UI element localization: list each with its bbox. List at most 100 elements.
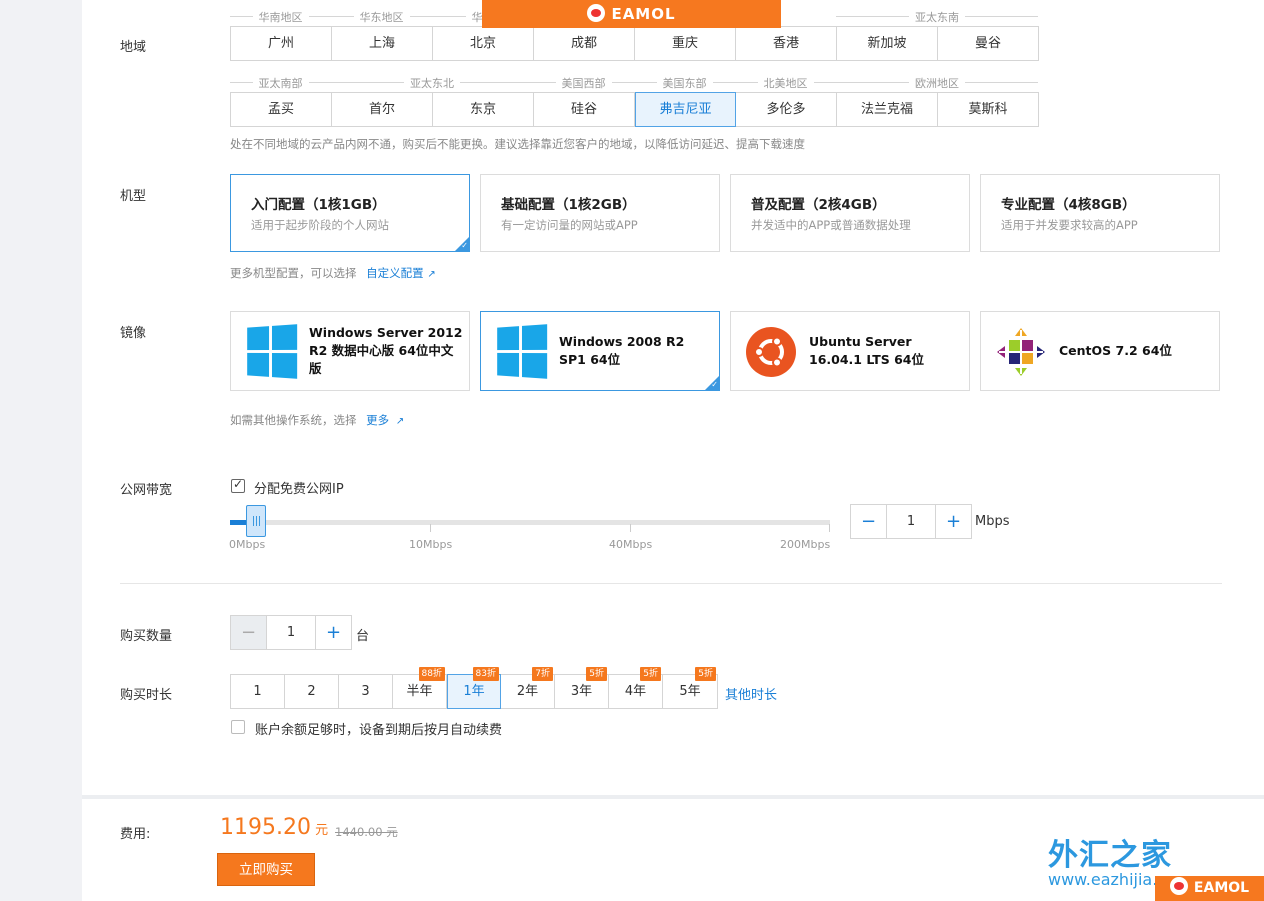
duration-label: 购买时长 — [120, 688, 173, 703]
bandwidth-value-input[interactable]: 1 — [886, 505, 936, 538]
image-name: Windows Server 2012 R2 数据中心版 64位中文版 — [309, 325, 463, 376]
region-option[interactable]: 重庆 — [635, 27, 736, 60]
region-option[interactable]: 多伦多 — [736, 93, 837, 126]
eamol-logo-icon — [587, 4, 606, 22]
region-option[interactable]: 广州 — [231, 27, 332, 60]
duration-option[interactable]: 2年 7折 — [501, 667, 555, 708]
bandwidth-minus-button[interactable]: − — [851, 505, 886, 538]
region-option[interactable]: 首尔 — [332, 93, 433, 126]
image-more-text: 如需其他操作系统，选择 — [230, 413, 357, 427]
other-duration-link[interactable]: 其他时长 — [725, 684, 777, 703]
region-option[interactable]: 法兰克福 — [837, 93, 938, 126]
slider-tick-label: 200Mbps — [780, 538, 831, 551]
image-label: 镜像 — [120, 326, 147, 341]
external-link-icon: ↗ — [427, 269, 436, 280]
image-card[interactable]: Ubuntu Server 16.04.1 LTS 64位 — [730, 311, 970, 391]
quantity-minus-button[interactable]: − — [231, 616, 266, 649]
model-card-selected[interactable]: 入门配置（1核1GB） 适用于起步阶段的个人网站 ✓ — [230, 174, 470, 252]
check-icon: ✓ — [711, 380, 718, 389]
region-group: 亚太东南 — [836, 9, 1038, 24]
duration-option[interactable]: 3年 5折 — [555, 667, 609, 708]
model-card-title: 普及配置（2核4GB） — [751, 197, 886, 213]
region-row-1: 广州 上海 北京 成都 重庆 香港 新加坡 曼谷 — [230, 26, 1039, 61]
region-option[interactable]: 北京 — [433, 27, 534, 60]
image-name: Windows 2008 R2 SP1 64位 — [559, 334, 685, 367]
quantity-value-input[interactable]: 1 — [266, 616, 316, 649]
image-card[interactable]: CentOS 7.2 64位 — [980, 311, 1220, 391]
watermark-badge: EAMOL — [1155, 876, 1264, 901]
region-group: 欧洲地区 — [836, 75, 1038, 90]
region-option[interactable]: 新加坡 — [837, 27, 938, 60]
slider-tick-label: 40Mbps — [609, 538, 653, 551]
region-option[interactable]: 硅谷 — [534, 93, 635, 126]
region-option[interactable]: 孟买 — [231, 93, 332, 126]
watermark-banner: EAMOL — [482, 0, 781, 28]
region-option[interactable]: 成都 — [534, 27, 635, 60]
more-os-link[interactable]: 更多 — [366, 413, 389, 427]
image-more: 如需其他操作系统，选择 更多 ↗ — [230, 412, 404, 428]
bandwidth-slider-track[interactable] — [230, 520, 830, 525]
duration-option[interactable]: 4年 5折 — [609, 667, 663, 708]
model-card[interactable]: 专业配置（4核8GB） 适用于并发要求较高的APP — [980, 174, 1220, 252]
model-card-desc: 有一定访问量的网站或APP — [501, 218, 638, 232]
model-card[interactable]: 普及配置（2核4GB） 并发适中的APP或普通数据处理 — [730, 174, 970, 252]
duration-option[interactable]: 半年 88折 — [393, 667, 447, 708]
region-group: 亚太东北 — [331, 75, 533, 90]
bandwidth-stepper: − 1 + — [850, 504, 972, 539]
bandwidth-unit: Mbps — [975, 514, 1010, 529]
duration-option-selected[interactable]: 1年 83折 — [447, 667, 501, 709]
discount-badge: 88折 — [418, 667, 445, 681]
quantity-plus-button[interactable]: + — [316, 616, 351, 649]
region-group: 北美地区 — [735, 75, 836, 90]
duration-option[interactable]: 2 — [285, 675, 339, 708]
region-hint: 处在不同地域的云产品内网不通，购买后不能更换。建议选择靠近您客户的地域，以降低访… — [230, 137, 805, 151]
purchase-form: 地域 华南地区 华东地区 华北 亚太东南 广州 上海 北京 成都 重庆 香港 新… — [82, 0, 1264, 901]
free-ip-checkbox[interactable] — [231, 477, 245, 493]
duration-option[interactable]: 5年 5折 — [663, 667, 717, 708]
ubuntu-icon — [745, 326, 797, 378]
region-group: 美国东部 — [634, 75, 735, 90]
model-card-desc: 适用于起步阶段的个人网站 — [251, 218, 389, 232]
eamol-logo-icon — [1169, 877, 1188, 895]
windows-icon — [495, 324, 548, 379]
custom-config-link[interactable]: 自定义配置 — [366, 266, 424, 280]
slider-tick — [829, 524, 830, 532]
duration-option[interactable]: 1 — [231, 675, 285, 708]
region-option-selected[interactable]: 弗吉尼亚 — [635, 92, 736, 127]
section-divider — [120, 583, 1222, 584]
duration-options: 1 2 3 半年 88折 1年 83折 2年 7折 3年 5折 4年 5折 5年 5折 — [230, 667, 718, 709]
region-option[interactable]: 香港 — [736, 27, 837, 60]
discount-badge: 5折 — [695, 667, 716, 681]
region-group: 美国西部 — [533, 75, 634, 90]
region-group: 华南地区 — [230, 9, 331, 24]
region-option[interactable]: 曼谷 — [938, 27, 1038, 60]
region-groups-row2: 亚太南部 亚太东北 美国西部 美国东部 北美地区 欧洲地区 — [230, 75, 1040, 90]
image-name: CentOS 7.2 64位 — [1059, 343, 1172, 358]
discount-badge: 5折 — [586, 667, 607, 681]
model-card-title: 专业配置（4核8GB） — [1001, 197, 1136, 213]
duration-option[interactable]: 3 — [339, 675, 393, 708]
centos-icon — [995, 326, 1047, 378]
price-currency: 元 — [315, 823, 329, 838]
bandwidth-label: 公网带宽 — [120, 483, 173, 498]
model-card-title: 基础配置（1核2GB） — [501, 197, 636, 213]
region-option[interactable]: 莫斯科 — [938, 93, 1038, 126]
quantity-stepper: − 1 + — [230, 615, 352, 650]
price: 1195.20 元 — [220, 815, 328, 840]
model-more: 更多机型配置，可以选择 自定义配置 ↗ — [230, 265, 436, 281]
image-name: Ubuntu Server 16.04.1 LTS 64位 — [809, 334, 925, 367]
bandwidth-slider-handle[interactable] — [246, 505, 266, 537]
slider-tick — [430, 524, 431, 532]
image-card[interactable]: Windows Server 2012 R2 数据中心版 64位中文版 — [230, 311, 470, 391]
brand-name: 外汇之家 — [1048, 838, 1172, 873]
slider-tick-label: 0Mbps — [229, 538, 266, 551]
slider-tick — [630, 524, 631, 532]
auto-renew-checkbox[interactable] — [231, 720, 245, 734]
windows-icon — [245, 324, 298, 379]
region-option[interactable]: 上海 — [332, 27, 433, 60]
image-card-selected[interactable]: Windows 2008 R2 SP1 64位 ✓ — [480, 311, 720, 391]
buy-now-button[interactable]: 立即购买 — [217, 853, 315, 886]
region-option[interactable]: 东京 — [433, 93, 534, 126]
model-card[interactable]: 基础配置（1核2GB） 有一定访问量的网站或APP — [480, 174, 720, 252]
bandwidth-plus-button[interactable]: + — [936, 505, 971, 538]
